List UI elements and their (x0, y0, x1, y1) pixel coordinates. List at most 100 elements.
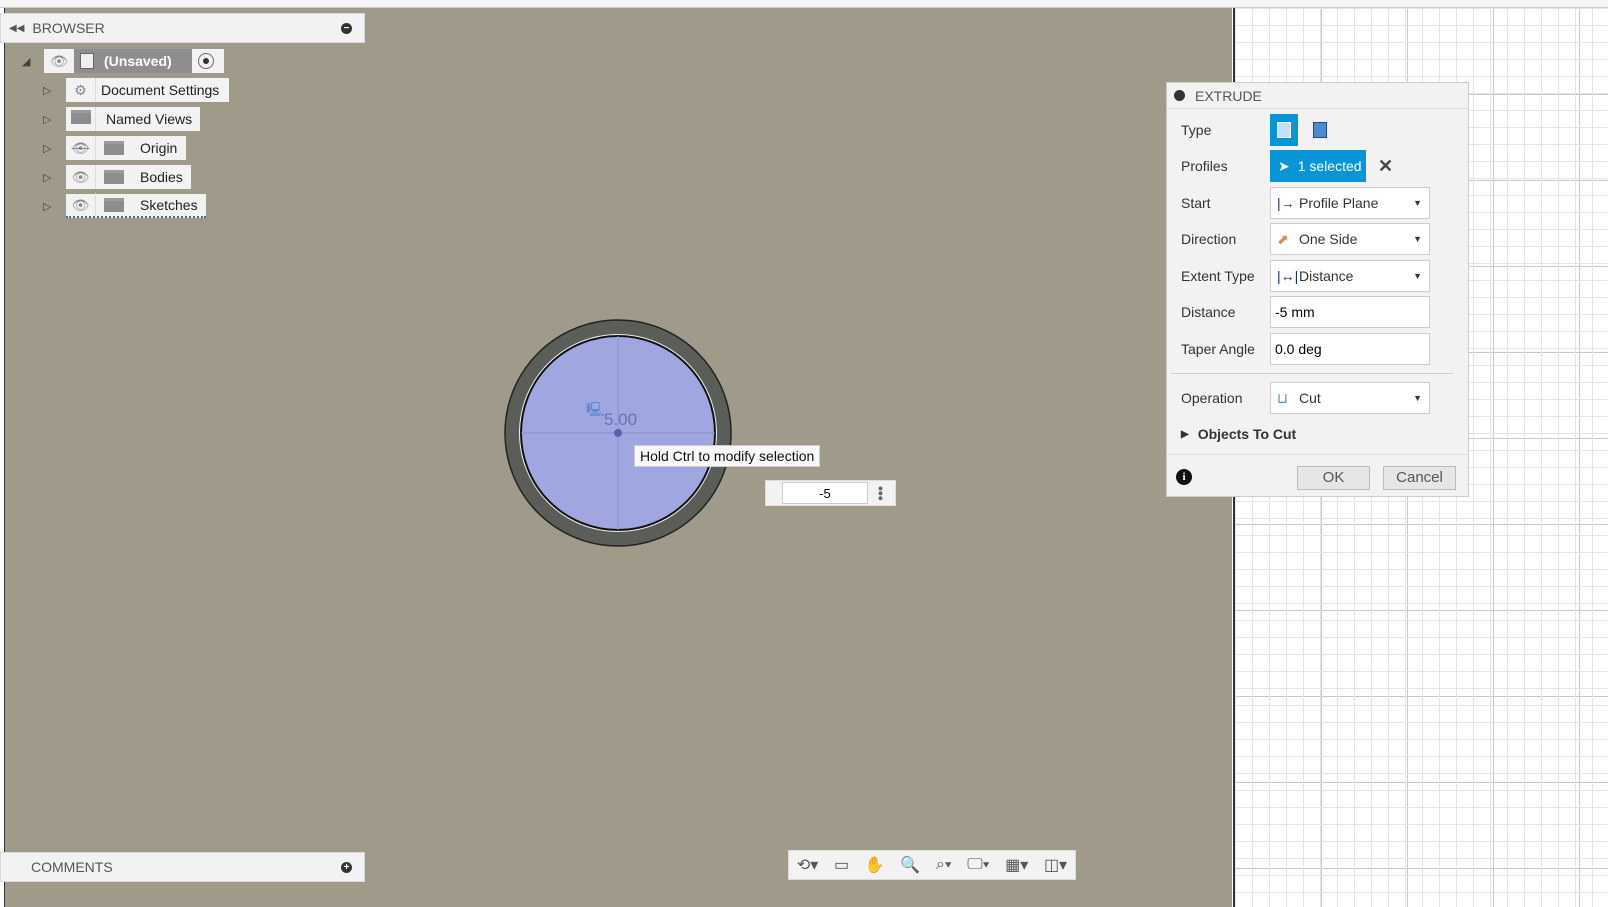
divider (1171, 373, 1453, 374)
start-row: Start |→ Profile Plane ▼ (1181, 187, 1430, 219)
tree-item-origin[interactable]: 👁 Origin (66, 136, 186, 160)
look-at-icon[interactable]: ▭ (834, 855, 849, 875)
expand-icon[interactable]: ▷ (43, 200, 51, 213)
tree-item-label: Bodies (140, 169, 183, 185)
add-comment-icon[interactable]: + (341, 861, 352, 873)
chevron-down-icon: ▼ (1413, 271, 1422, 281)
type-label: Type (1181, 122, 1212, 138)
divider (1167, 454, 1468, 455)
folder-icon (104, 170, 124, 184)
activate-radio-icon[interactable] (198, 53, 214, 69)
expand-icon[interactable]: ▷ (43, 171, 51, 184)
direction-dropdown[interactable]: ⬈ One Side ▼ (1270, 223, 1430, 255)
tree-item-label: Sketches (140, 197, 198, 213)
folder-icon (104, 198, 124, 212)
expand-icon[interactable]: ▷ (43, 84, 51, 97)
circle-profile-graphic (504, 319, 732, 547)
tree-item-label: Document Settings (101, 82, 220, 98)
sketch-profile[interactable]: 🖳 5.00 (504, 319, 732, 547)
eye-icon[interactable]: 👁 (66, 193, 96, 217)
orbit-icon[interactable]: ⟲▾ (797, 855, 818, 875)
start-label: Start (1181, 195, 1211, 211)
start-dropdown[interactable]: |→ Profile Plane ▼ (1270, 187, 1430, 219)
minus-icon[interactable]: − (341, 22, 352, 34)
profiles-selection-button[interactable]: ➤ 1 selected (1270, 150, 1366, 182)
chevron-down-icon: ▼ (1413, 234, 1422, 244)
eye-icon[interactable]: 👁 (66, 165, 96, 189)
tree-item-document-settings[interactable]: ⚙ Document Settings (66, 78, 229, 102)
taper-angle-input[interactable] (1270, 333, 1430, 365)
chevron-down-icon: ▼ (1413, 198, 1422, 208)
navigation-toolbar: ⟲▾ ▭ ✋ 🔍 ⌕▾ 🖵▾ ▦▾ ◫▾ (788, 850, 1076, 880)
eye-hidden-icon[interactable]: 👁 (66, 136, 96, 160)
tree-item-sketches[interactable]: 👁 Sketches (66, 193, 206, 218)
profiles-row: Profiles ➤ 1 selected ✕ (1181, 150, 1393, 182)
type-row: Type (1181, 114, 1334, 146)
more-options-icon[interactable]: ••• (873, 486, 889, 501)
extent-dropdown[interactable]: |↔| Distance ▼ (1270, 260, 1430, 292)
distance-input[interactable] (1270, 296, 1430, 328)
solid-extrude-icon (1277, 122, 1291, 138)
tree-item-bodies[interactable]: 👁 Bodies (66, 165, 191, 189)
tooltip: Hold Ctrl to modify selection (634, 445, 821, 467)
start-value: Profile Plane (1299, 195, 1379, 211)
distance-mini-input[interactable] (782, 482, 868, 504)
component-icon (80, 53, 94, 69)
clear-selection-icon[interactable]: ✕ (1378, 156, 1393, 177)
dialog-header: EXTRUDE (1167, 83, 1468, 109)
objects-to-cut-toggle[interactable]: ▶ Objects To Cut (1181, 418, 1296, 450)
profiles-label: Profiles (1181, 158, 1228, 174)
objects-to-cut-label: Objects To Cut (1197, 426, 1297, 442)
tree-item-named-views[interactable]: Named Views (66, 107, 200, 131)
operation-label: Operation (1181, 390, 1243, 406)
taper-row: Taper Angle (1181, 333, 1430, 365)
type-thin-button[interactable] (1306, 114, 1334, 146)
direction-label: Direction (1181, 231, 1237, 247)
display-settings-icon[interactable]: 🖵▾ (967, 856, 989, 874)
distance-label: Distance (1181, 304, 1236, 320)
extent-value: Distance (1299, 268, 1354, 284)
grid-settings-icon[interactable]: ▦▾ (1005, 855, 1028, 875)
root-label-box: (Unsaved) (74, 49, 192, 73)
zoom-icon[interactable]: 🔍 (900, 855, 920, 875)
viewports-icon[interactable]: ◫▾ (1044, 855, 1067, 875)
fit-icon[interactable]: ⌕▾ (936, 856, 952, 874)
cursor-icon: ➤ (1278, 157, 1290, 174)
tree-item-label: Origin (140, 140, 178, 156)
expand-icon[interactable]: ▷ (43, 142, 51, 155)
dimension-label: 5.00 (604, 410, 638, 429)
minimize-icon[interactable] (1174, 90, 1185, 101)
operation-dropdown[interactable]: ⊔ Cut ▼ (1270, 382, 1430, 414)
dialog-title: EXTRUDE (1195, 87, 1262, 104)
operation-value: Cut (1299, 390, 1321, 406)
top-bar (0, 0, 1608, 8)
one-side-icon: ⬈ (1277, 230, 1289, 247)
comments-panel-header: COMMENTS + (0, 852, 365, 882)
cut-icon: ⊔ (1277, 389, 1288, 406)
collapse-triangle-icon[interactable]: ◢ (22, 55, 30, 68)
pan-hand-icon[interactable]: ✋ (865, 855, 885, 875)
gear-icon: ⚙ (66, 78, 96, 102)
extent-label: Extent Type (1181, 268, 1255, 284)
folder-icon (66, 107, 96, 131)
taper-label: Taper Angle (1181, 341, 1255, 357)
root-label: (Unsaved) (104, 53, 172, 69)
type-solid-button[interactable] (1270, 114, 1298, 146)
operation-row: Operation ⊔ Cut ▼ (1181, 382, 1430, 414)
extrude-dialog: EXTRUDE Type Profiles ➤ 1 selected ✕ Star… (1166, 82, 1469, 497)
cancel-button[interactable]: Cancel (1383, 466, 1456, 490)
distance-row: Distance (1181, 296, 1430, 328)
chevron-down-icon: ▼ (1413, 393, 1422, 403)
distance-icon: |↔| (1277, 268, 1299, 284)
tree-root[interactable]: 👁 (Unsaved) (44, 49, 224, 73)
eye-icon[interactable]: 👁 (44, 49, 74, 73)
comments-title: COMMENTS (31, 859, 113, 875)
distance-manipulator: ••• (765, 480, 896, 506)
expand-icon[interactable]: ▷ (43, 113, 51, 126)
browser-panel-header: ◀◀ BROWSER − (0, 13, 365, 43)
collapse-icon[interactable]: ◀◀ (9, 23, 24, 34)
ok-button[interactable]: OK (1297, 466, 1370, 490)
info-icon[interactable]: i (1176, 469, 1192, 485)
direction-value: One Side (1299, 231, 1358, 247)
sketch-icon: 🖳 (586, 401, 605, 417)
